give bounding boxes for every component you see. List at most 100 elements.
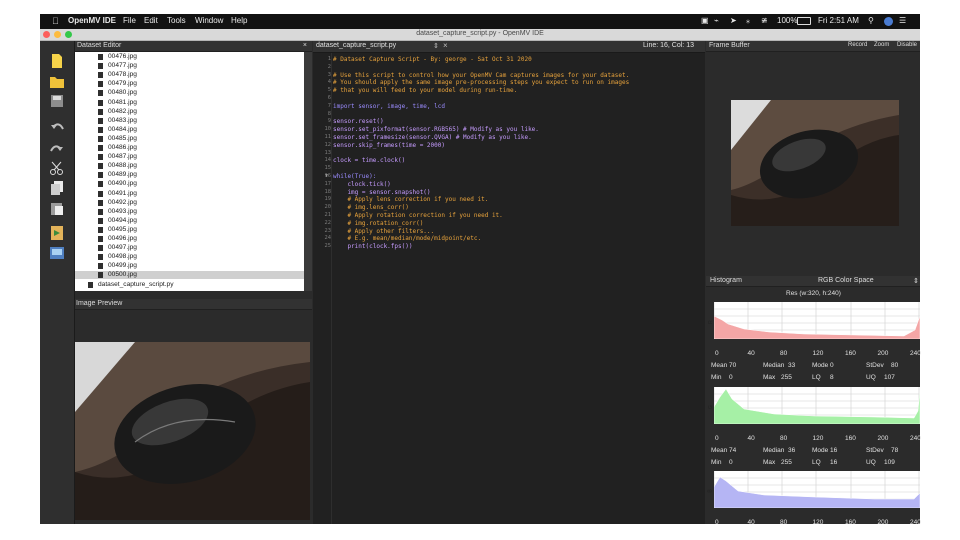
file-item[interactable]: 00478.jpg (75, 71, 304, 79)
file-item[interactable]: 00480.jpg (75, 89, 304, 97)
file-item[interactable]: 00482.jpg (75, 108, 304, 116)
code-line[interactable]: sensor.set_framesize(sensor.QVGA) # Modi… (333, 134, 532, 141)
code-line[interactable]: # img.lens_corr() (333, 204, 408, 211)
undo-icon[interactable] (49, 120, 65, 136)
menu-window[interactable]: Window (195, 16, 223, 25)
file-item[interactable]: 00479.jpg (75, 80, 304, 88)
file-item[interactable]: 00481.jpg (75, 99, 304, 107)
code-line[interactable]: clock.tick() (333, 181, 390, 188)
file-item[interactable]: 00483.jpg (75, 117, 304, 125)
tab-close-icon[interactable]: × (443, 41, 448, 50)
line-number: 4 (327, 79, 331, 86)
code-line[interactable]: sensor.skip_frames(time = 2000) (333, 142, 445, 149)
file-item[interactable]: 00489.jpg (75, 171, 304, 179)
file-item[interactable]: 00485.jpg (75, 135, 304, 143)
new-file-icon[interactable] (49, 53, 65, 69)
spotlight-search-icon[interactable]: ⚲ (868, 16, 874, 25)
code-line[interactable]: sensor.set_pixformat(sensor.RGB565) # Mo… (333, 126, 539, 133)
line-number: 2 (327, 63, 331, 70)
file-item-script[interactable]: dataset_capture_script.py (75, 281, 304, 289)
code-line[interactable]: img = sensor.snapshot() (333, 189, 430, 196)
notification-center-icon[interactable]: ☰ (899, 16, 906, 25)
image-file-icon (98, 181, 103, 188)
file-item[interactable]: 00490.jpg (75, 180, 304, 188)
paste-icon[interactable] (49, 200, 65, 216)
open-file-icon[interactable] (49, 73, 65, 89)
file-item[interactable]: 00488.jpg (75, 162, 304, 170)
app-menu[interactable]: OpenMV IDE (68, 16, 116, 25)
disable-button[interactable]: Disable (897, 42, 917, 48)
stat-value-stdev: 78 (891, 447, 899, 454)
siri-icon[interactable] (884, 17, 893, 26)
redo-icon[interactable] (49, 140, 65, 156)
wifi-icon[interactable]: ≇ (761, 16, 768, 25)
file-list-scrollbar[interactable] (304, 52, 312, 291)
file-item[interactable]: 00476.jpg (75, 53, 304, 61)
code-line[interactable]: # Dataset Capture Script - By: george - … (333, 56, 532, 63)
zoom-button[interactable]: Zoom (874, 42, 889, 48)
code-line[interactable]: # E.g. mean/median/mode/midpoint/etc. (333, 235, 481, 242)
image-file-icon (98, 72, 103, 79)
menu-help[interactable]: Help (231, 16, 247, 25)
run-script-icon[interactable] (49, 225, 65, 241)
status-icon-1[interactable]: ▣ (701, 16, 709, 25)
file-item[interactable]: 00496.jpg (75, 235, 304, 243)
image-file-icon (98, 272, 103, 279)
code-line[interactable]: # Apply rotation correction if you need … (333, 212, 502, 219)
status-icon-3[interactable]: ➤ (730, 16, 737, 25)
file-item[interactable]: 00486.jpg (75, 144, 304, 152)
file-item[interactable]: 00498.jpg (75, 253, 304, 261)
color-space-dropdown-icon[interactable]: ⇕ (913, 277, 919, 285)
file-item[interactable]: 00477.jpg (75, 62, 304, 70)
apple-icon[interactable]:  (52, 16, 59, 26)
tab-switch-icon[interactable]: ⇕ (433, 42, 439, 50)
color-space-select[interactable]: RGB Color Space (818, 277, 874, 284)
histogram-tick: 120 (812, 350, 824, 357)
frame-viewer-icon[interactable] (49, 245, 65, 261)
save-file-icon[interactable] (49, 93, 65, 109)
file-item[interactable]: 00497.jpg (75, 244, 304, 252)
code-line[interactable]: # You should apply the same image pre-pr… (333, 79, 629, 86)
code-line[interactable]: # that you will feed to your model durin… (333, 87, 517, 94)
image-preview-title: Image Preview (76, 300, 123, 307)
record-button[interactable]: Record (848, 42, 867, 48)
stat-value-uq: 107 (884, 374, 895, 381)
tab-dataset-capture-script[interactable]: dataset_capture_script.py (316, 42, 396, 49)
code-line[interactable]: import sensor, image, time, lcd (333, 103, 445, 110)
menu-file[interactable]: File (123, 16, 136, 25)
file-item[interactable]: 00487.jpg (75, 153, 304, 161)
file-item[interactable]: 00500.jpg (75, 271, 304, 280)
file-item[interactable]: 00495.jpg (75, 226, 304, 234)
file-item[interactable]: 00484.jpg (75, 126, 304, 134)
code-line[interactable]: # Apply other filters... (333, 228, 434, 235)
code-line[interactable]: clock = time.clock() (333, 157, 405, 164)
file-item[interactable]: 00492.jpg (75, 199, 304, 207)
menu-tools[interactable]: Tools (167, 16, 186, 25)
file-item[interactable]: 00493.jpg (75, 208, 304, 216)
code-line[interactable]: while(True): (333, 173, 376, 180)
line-number: 15 (324, 165, 332, 172)
frame-buffer-title: Frame Buffer (709, 42, 750, 49)
code-line[interactable]: # img.rotation_corr() (333, 220, 423, 227)
code-editor[interactable] (313, 41, 705, 524)
menubar-clock[interactable]: Fri 2:51 AM (818, 16, 859, 25)
cut-icon[interactable] (49, 160, 65, 176)
file-item[interactable]: 00491.jpg (75, 190, 304, 198)
code-line[interactable]: # Apply lens correction if you need it. (333, 196, 488, 203)
battery-percent: 100% (777, 16, 798, 25)
fold-arrow-icon[interactable]: ▼ (324, 173, 329, 179)
copy-icon[interactable] (49, 180, 65, 196)
code-line[interactable]: # Use this script to control how your Op… (333, 72, 629, 79)
code-line[interactable]: print(clock.fps()) (333, 243, 412, 250)
file-name: 00492.jpg (108, 198, 137, 206)
file-item[interactable]: 00494.jpg (75, 217, 304, 225)
stat-label-stdev: StDev (866, 362, 884, 369)
bluetooth-icon[interactable]: ⁎ (746, 16, 750, 25)
code-line[interactable]: sensor.reset() (333, 118, 384, 125)
menu-edit[interactable]: Edit (144, 16, 158, 25)
file-item[interactable]: 00499.jpg (75, 262, 304, 270)
histogram-title: Histogram (710, 277, 742, 284)
battery-icon[interactable] (797, 17, 811, 25)
dataset-editor-close-icon[interactable]: × (303, 42, 307, 49)
status-icon-2[interactable]: ⌁ (714, 16, 719, 25)
